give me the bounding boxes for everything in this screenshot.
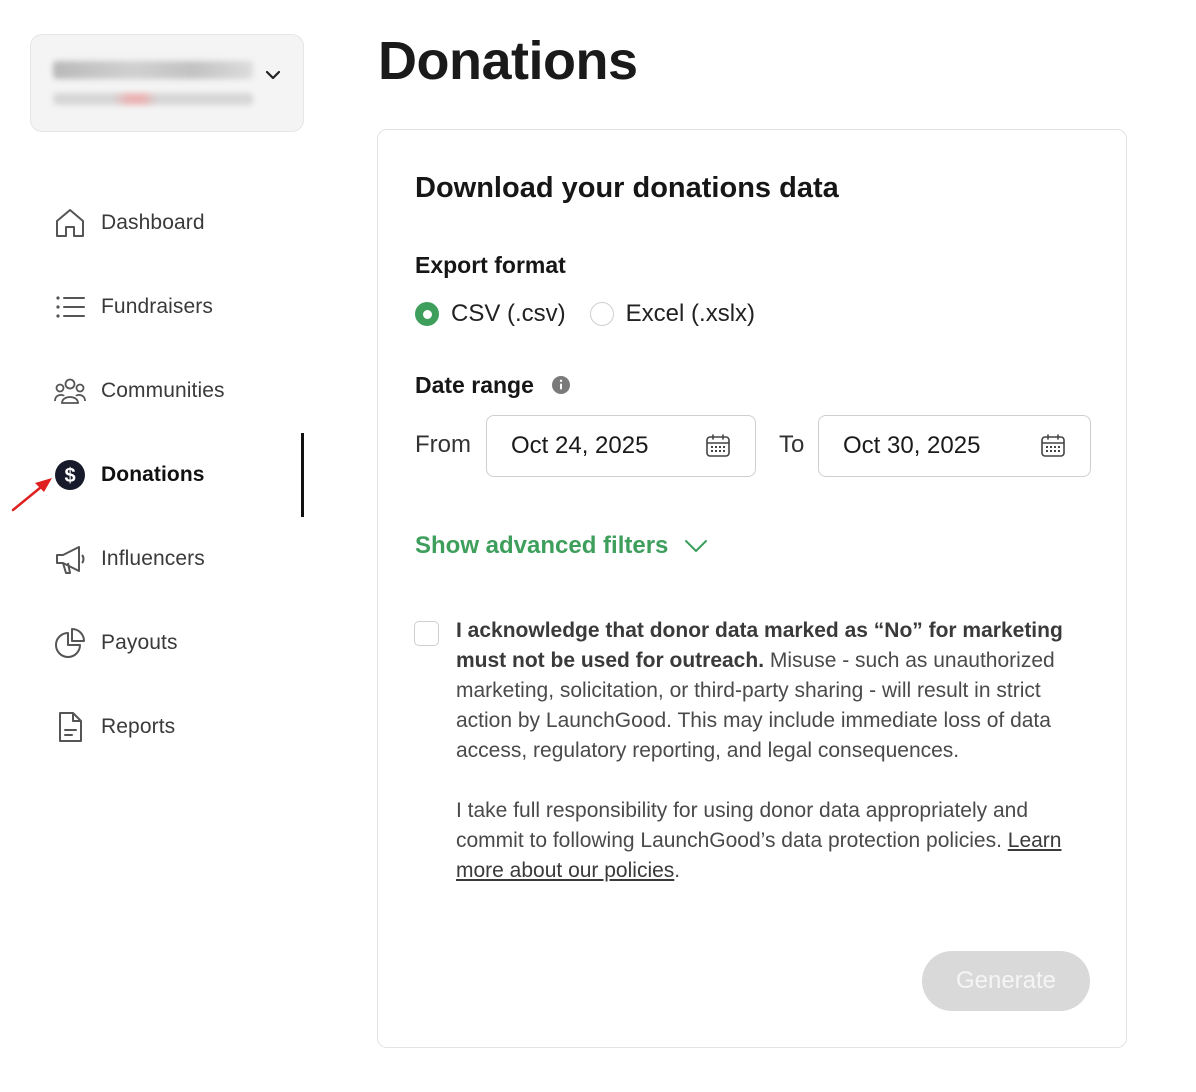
info-icon[interactable]: [552, 376, 570, 394]
to-label: To: [779, 431, 805, 458]
pie-chart-icon: [52, 625, 88, 661]
calendar-icon: [1041, 434, 1065, 457]
home-icon: [52, 205, 88, 241]
annotation-arrow-icon: [11, 478, 52, 512]
sidebar-item-dashboard[interactable]: Dashboard: [52, 203, 302, 243]
sidebar-item-payouts[interactable]: Payouts: [52, 623, 302, 663]
from-date-field[interactable]: Oct 24, 2025: [486, 415, 756, 477]
card-title: Download your donations data: [415, 172, 839, 204]
page-title: Donations: [378, 31, 638, 91]
sidebar-item-reports[interactable]: Reports: [52, 707, 302, 747]
sidebar-item-label: Influencers: [101, 547, 205, 570]
export-card: Download your donations data Export form…: [377, 129, 1127, 1048]
sidebar-item-donations[interactable]: $ Donations: [52, 455, 302, 495]
account-name-redacted: [53, 61, 253, 79]
document-icon: [52, 709, 88, 745]
show-advanced-filters-toggle[interactable]: Show advanced filters: [415, 532, 708, 560]
from-date-value: Oct 24, 2025: [511, 432, 649, 459]
sidebar-item-label: Fundraisers: [101, 295, 213, 318]
export-format-options: CSV (.csv) Excel (.xslx): [415, 300, 779, 328]
sidebar-item-label: Communities: [101, 379, 225, 402]
active-indicator: [301, 433, 304, 517]
svg-text:$: $: [64, 465, 75, 487]
people-icon: [52, 373, 88, 409]
sidebar-item-fundraisers[interactable]: Fundraisers: [52, 287, 302, 327]
radio-csv[interactable]: CSV (.csv): [415, 300, 566, 328]
sidebar-item-label: Reports: [101, 715, 176, 738]
radio-label: CSV (.csv): [451, 300, 566, 327]
acknowledgement-para2: I take full responsibility for using don…: [456, 799, 1029, 852]
radio-excel[interactable]: Excel (.xslx): [589, 300, 756, 328]
date-range-row: From Oct 24, 2025 To Oct 30, 2025: [415, 415, 1095, 477]
calendar-icon: [706, 434, 730, 457]
account-meta-redacted: [53, 93, 253, 105]
acknowledge-checkbox[interactable]: [414, 621, 439, 646]
chevron-down-icon: [685, 540, 708, 552]
from-label: From: [415, 431, 471, 458]
sidebar-item-influencers[interactable]: Influencers: [52, 539, 302, 579]
date-range-label: Date range: [415, 372, 534, 398]
radio-label: Excel (.xslx): [625, 300, 756, 327]
sidebar-item-label: Donations: [101, 463, 205, 486]
list-icon: [52, 289, 88, 325]
generate-button[interactable]: Generate: [922, 951, 1090, 1011]
radio-indicator: [589, 302, 614, 326]
to-date-field[interactable]: Oct 30, 2025: [818, 415, 1091, 477]
export-format-label: Export format: [415, 252, 566, 278]
sidebar-item-label: Payouts: [101, 631, 178, 654]
to-date-value: Oct 30, 2025: [843, 432, 981, 459]
acknowledgement-text: I acknowledge that donor data marked as …: [456, 616, 1076, 886]
acknowledgement-end: .: [674, 859, 681, 882]
sidebar-item-communities[interactable]: Communities: [52, 371, 302, 411]
account-switcher[interactable]: [30, 34, 304, 132]
advanced-filters-label: Show advanced filters: [415, 532, 669, 559]
megaphone-icon: [52, 541, 88, 577]
sidebar-item-label: Dashboard: [101, 211, 205, 234]
chevron-down-icon: [265, 70, 281, 80]
radio-indicator-selected: [415, 302, 439, 326]
